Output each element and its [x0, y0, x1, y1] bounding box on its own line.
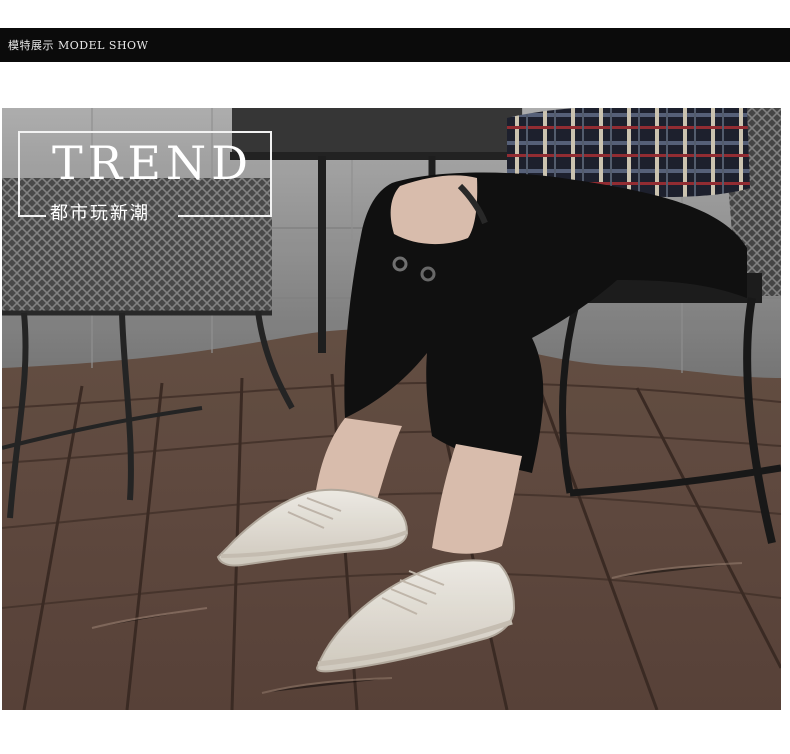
trend-subtitle: 都市玩新潮 — [50, 203, 150, 224]
trend-frame-bottom-right — [178, 215, 272, 217]
product-detail-page: 模特展示 MODEL SHOW TREND 都市玩新潮 — [0, 0, 790, 754]
trend-title: TREND — [52, 136, 254, 190]
trend-frame-bottom-left — [18, 215, 46, 217]
model-photo: TREND 都市玩新潮 — [2, 108, 781, 710]
section-header-bar: 模特展示 MODEL SHOW — [0, 28, 790, 62]
section-header-title: 模特展示 MODEL SHOW — [8, 39, 149, 52]
